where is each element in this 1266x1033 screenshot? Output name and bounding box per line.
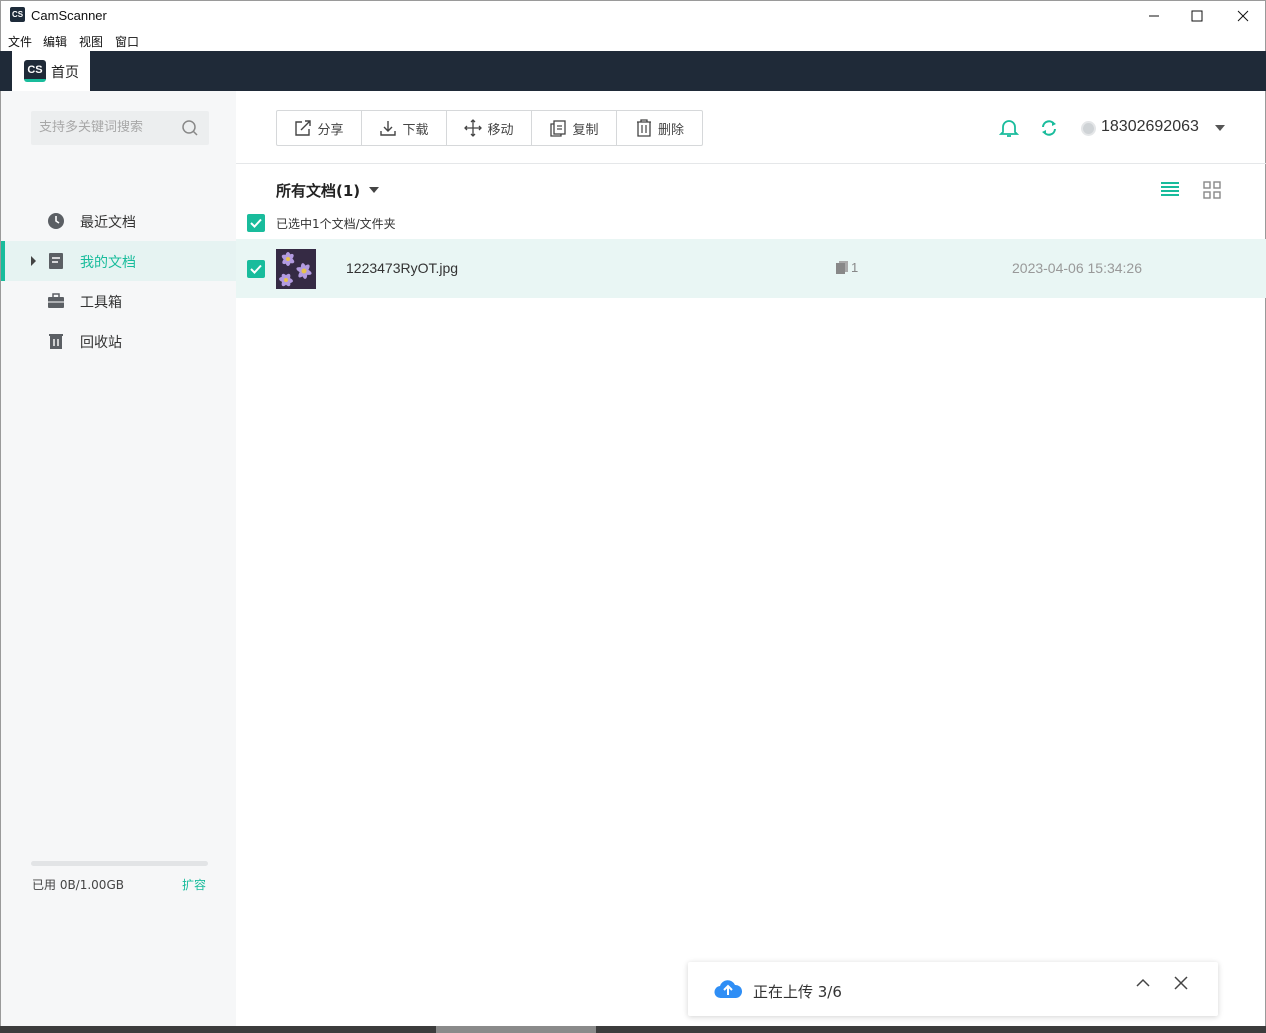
upload-status-text: 正在上传 3/6: [753, 983, 842, 1001]
document-toolbar: 分享 下载 移动 复制 删除: [276, 110, 703, 146]
sidebar-item-recent[interactable]: 最近文档: [1, 201, 237, 241]
move-icon: [464, 119, 483, 137]
chevron-down-icon[interactable]: [369, 187, 379, 193]
row-checkbox[interactable]: [247, 260, 265, 278]
pages-icon: [836, 261, 848, 274]
taskbar-strip: [0, 1026, 1266, 1033]
main-content: 分享 下载 移动 复制 删除 18302692063 所有文档(1) 已选中1个…: [236, 91, 1266, 1026]
sidebar-item-label: 最近文档: [80, 215, 136, 231]
file-thumbnail[interactable]: [276, 249, 316, 289]
close-window-button[interactable]: [1220, 1, 1266, 31]
sync-icon[interactable]: [1039, 118, 1059, 138]
avatar[interactable]: [1081, 121, 1096, 136]
menu-window[interactable]: 窗口: [115, 33, 139, 50]
grid-view-icon[interactable]: [1203, 181, 1221, 199]
taskbar-segment: [436, 1026, 596, 1033]
sidebar: 最近文档 我的文档 工具箱 回收站 已用 0B/1.00GB 扩容: [0, 91, 237, 1026]
sidebar-item-label: 回收站: [80, 335, 122, 351]
page-count: 1: [851, 260, 859, 275]
expand-storage-link[interactable]: 扩容: [182, 876, 206, 893]
sidebar-item-my-documents[interactable]: 我的文档: [1, 241, 237, 281]
storage-progress-bar: [31, 861, 208, 866]
copy-icon: [550, 120, 567, 137]
maximize-icon: [1191, 10, 1203, 22]
trash-icon: [636, 119, 651, 137]
caret-right-icon[interactable]: [31, 256, 36, 266]
share-button[interactable]: 分享: [277, 111, 362, 145]
download-icon: [380, 121, 397, 136]
tab-home-label: 首页: [51, 65, 79, 81]
clock-icon: [48, 213, 64, 229]
tab-bar: CS 首页: [0, 51, 1266, 91]
toolbox-icon: [48, 293, 64, 308]
search-icon[interactable]: [181, 119, 199, 137]
move-label: 移动: [487, 122, 514, 138]
maximize-button[interactable]: [1174, 1, 1220, 31]
table-row[interactable]: 1223473RyOT.jpg 1 2023-04-06 15:34:26: [236, 239, 1266, 298]
list-view-icon[interactable]: [1161, 181, 1179, 197]
chevron-up-icon[interactable]: [1136, 976, 1150, 990]
window-title: CamScanner: [31, 8, 107, 23]
file-name[interactable]: 1223473RyOT.jpg: [346, 260, 458, 276]
menu-view[interactable]: 视图: [79, 33, 103, 50]
tab-home[interactable]: CS 首页: [12, 51, 90, 91]
camscanner-logo: CS: [24, 60, 46, 82]
checkmark-icon: [250, 218, 262, 228]
sidebar-item-label: 工具箱: [80, 295, 122, 311]
sidebar-item-toolbox[interactable]: 工具箱: [1, 281, 237, 321]
close-icon[interactable]: [1174, 976, 1188, 990]
trash-icon: [49, 334, 63, 349]
selection-count-text: 已选中1个文档/文件夹: [276, 217, 396, 231]
document-icon: [49, 253, 63, 269]
cloud-upload-icon: [714, 980, 742, 999]
folder-title[interactable]: 所有文档(1): [276, 180, 360, 201]
chevron-down-icon[interactable]: [1215, 125, 1225, 131]
search-box[interactable]: [31, 111, 209, 145]
menu-edit[interactable]: 编辑: [43, 33, 67, 50]
menu-bar: 文件 编辑 视图 窗口: [0, 31, 1266, 51]
share-icon: [295, 120, 312, 136]
menu-file[interactable]: 文件: [8, 33, 32, 50]
delete-label: 删除: [657, 122, 684, 138]
copy-button[interactable]: 复制: [532, 111, 617, 145]
notification-bell-icon[interactable]: [999, 118, 1019, 138]
storage-usage-text: 已用 0B/1.00GB: [32, 878, 124, 892]
sidebar-item-recycle-bin[interactable]: 回收站: [1, 321, 237, 361]
download-label: 下载: [402, 122, 429, 138]
download-button[interactable]: 下载: [362, 111, 447, 145]
search-input[interactable]: [39, 120, 179, 135]
sidebar-item-label: 我的文档: [80, 255, 136, 271]
checkmark-icon: [250, 264, 262, 274]
toolbar-divider: [236, 163, 1266, 164]
upload-progress-toast: 正在上传 3/6: [688, 962, 1218, 1016]
move-button[interactable]: 移动: [447, 111, 532, 145]
copy-label: 复制: [572, 122, 599, 138]
minimize-icon: [1149, 15, 1159, 17]
window-titlebar: CS CamScanner: [0, 0, 1266, 31]
file-date: 2023-04-06 15:34:26: [1012, 260, 1142, 276]
account-phone[interactable]: 18302692063: [1101, 118, 1199, 136]
share-label: 分享: [317, 122, 344, 138]
minimize-button[interactable]: [1131, 1, 1177, 31]
app-icon: CS: [10, 7, 25, 22]
delete-button[interactable]: 删除: [617, 111, 702, 145]
select-all-checkbox[interactable]: [247, 214, 265, 232]
close-icon: [1237, 10, 1249, 22]
